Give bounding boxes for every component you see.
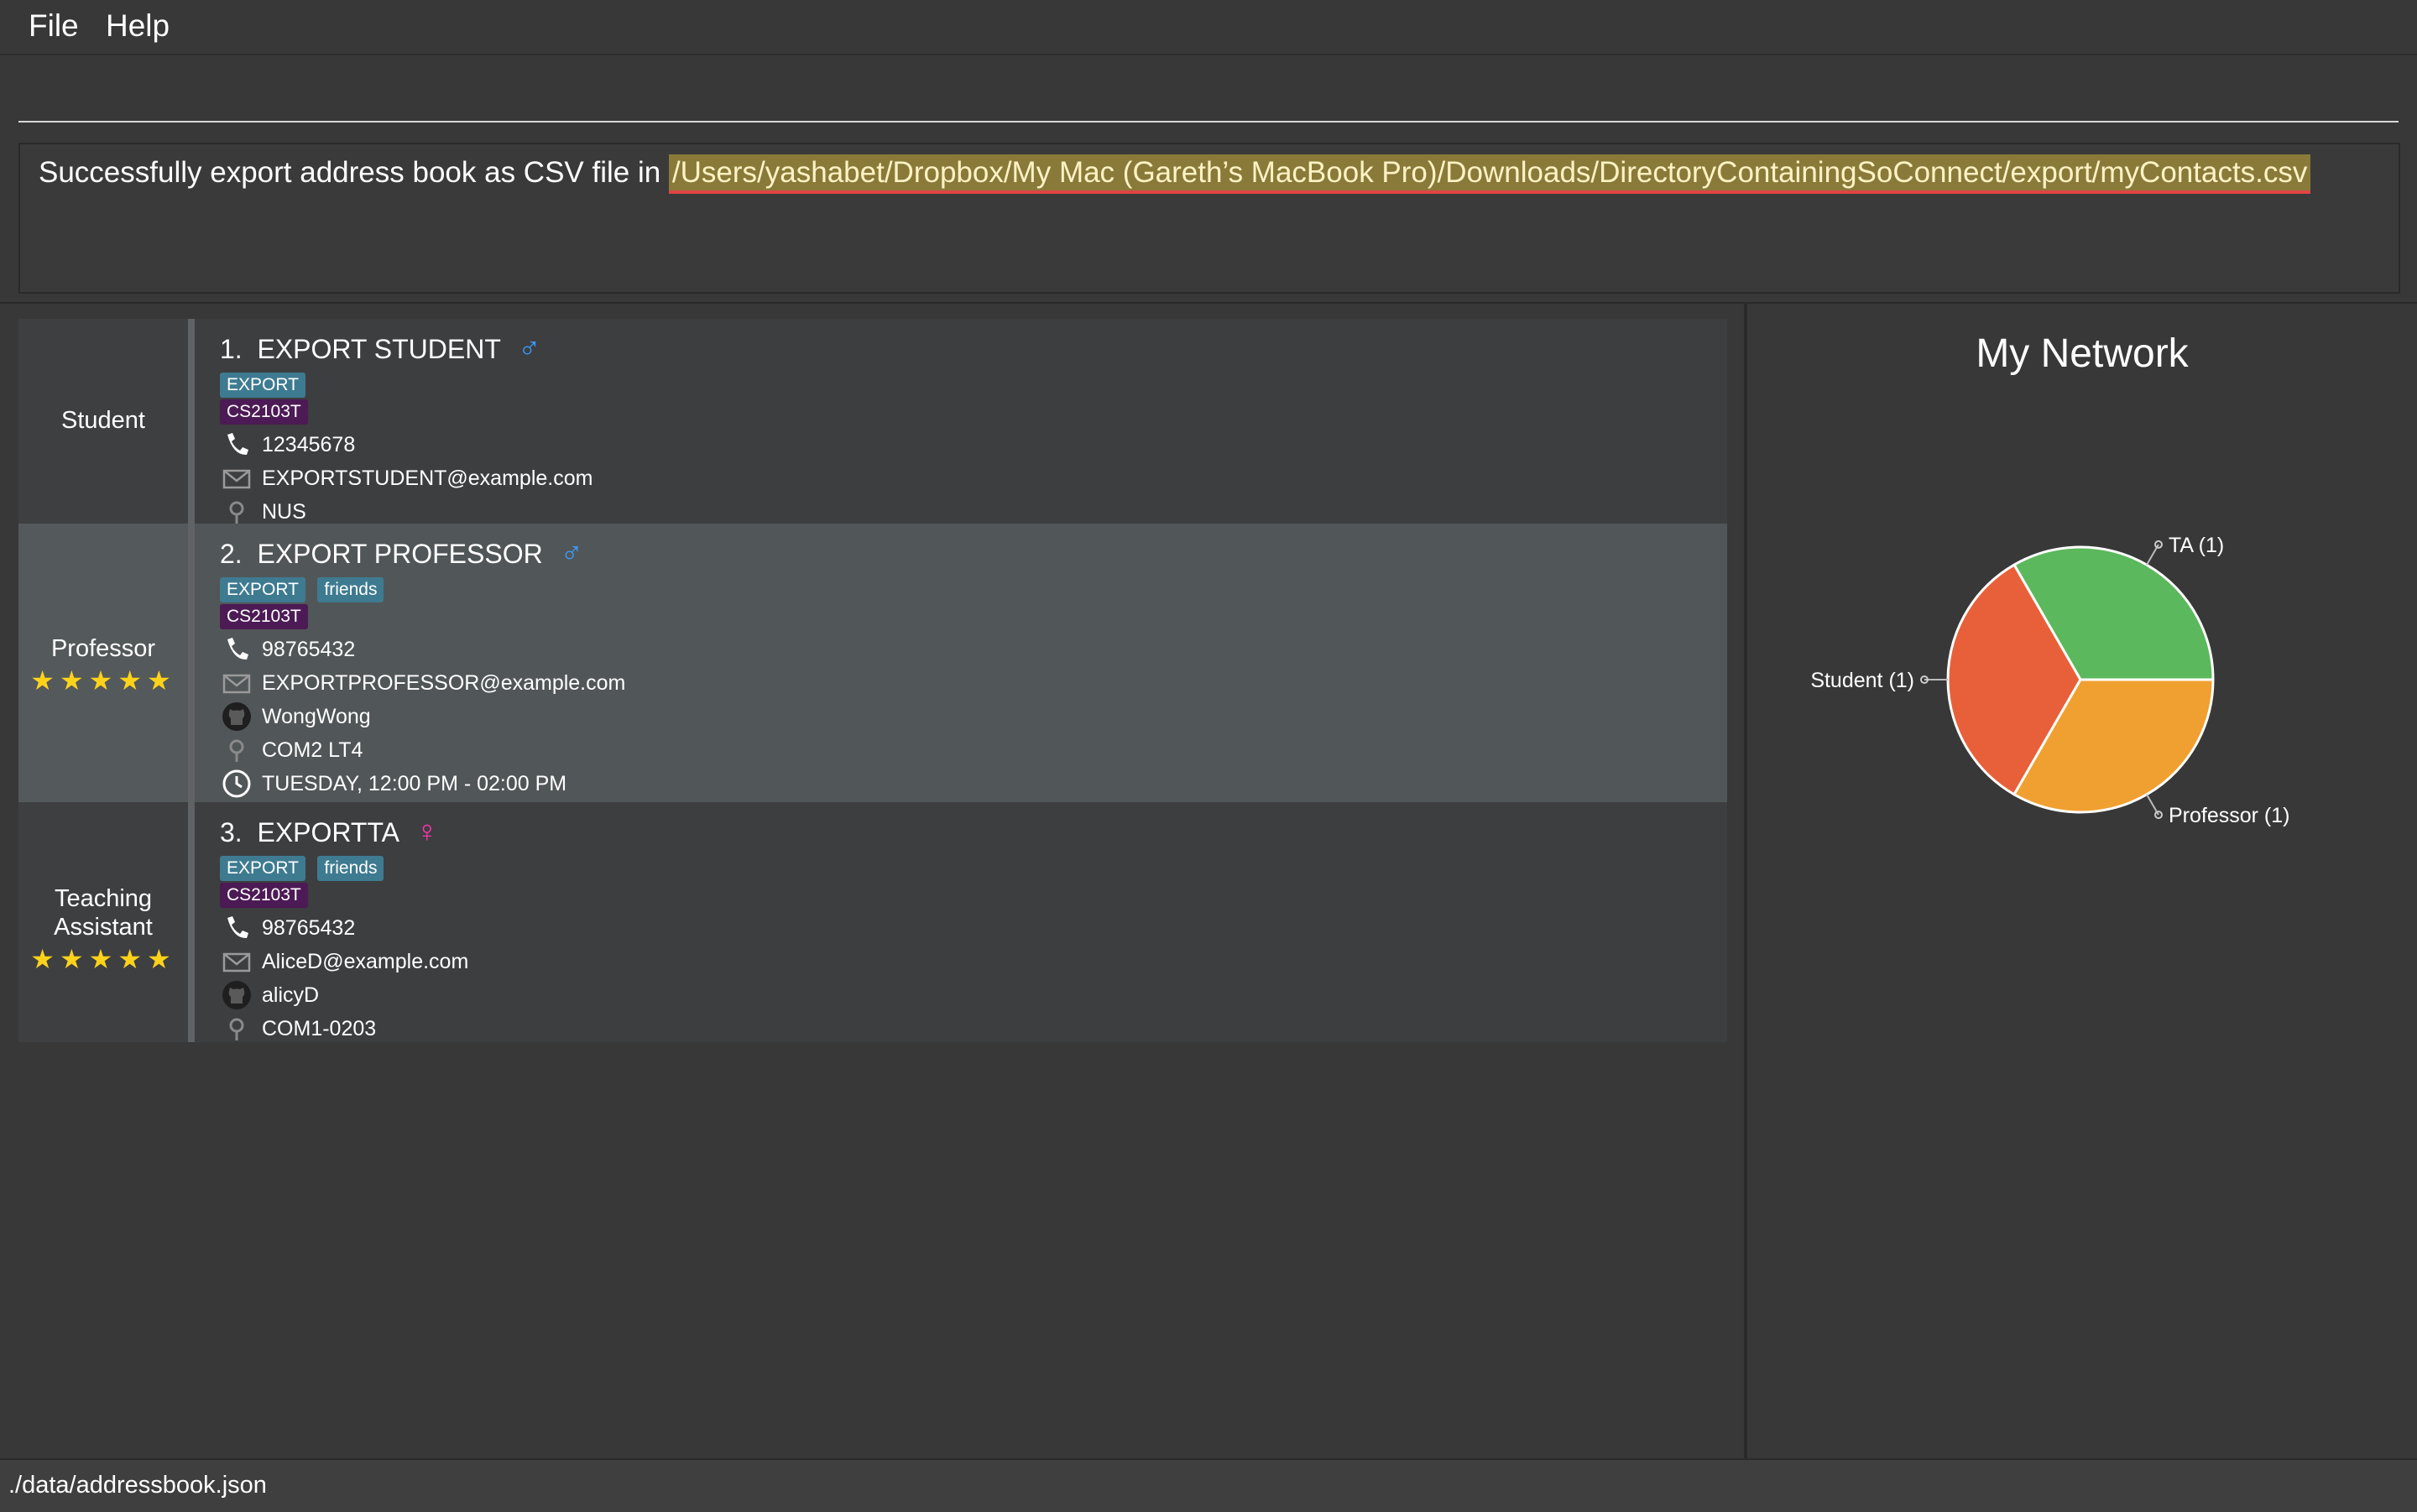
result-path[interactable]: /Users/yashabet/Dropbox/My Mac (Gareth’s… bbox=[668, 154, 2311, 194]
tag: friends bbox=[317, 856, 384, 881]
clock-icon bbox=[222, 769, 251, 798]
phone-number: 98765432 bbox=[262, 638, 356, 661]
role-label: Student bbox=[61, 407, 145, 434]
role-box: Student bbox=[18, 319, 195, 524]
module-tag: CS2103T bbox=[220, 883, 308, 908]
location-text: COM2 LT4 bbox=[262, 738, 363, 762]
phone-number: 98765432 bbox=[262, 916, 356, 940]
role-box: Professor ★★★★★ bbox=[18, 524, 195, 802]
phone-icon bbox=[227, 638, 248, 660]
menu-file[interactable]: File bbox=[29, 8, 79, 44]
male-icon: ♂ bbox=[560, 535, 583, 570]
contact-name: EXPORT PROFESSOR bbox=[257, 539, 543, 569]
location-text: NUS bbox=[262, 500, 306, 524]
result-display[interactable]: Successfully export address book as CSV … bbox=[18, 143, 2400, 294]
menu-help[interactable]: Help bbox=[106, 8, 170, 44]
role-label-line2: Assistant bbox=[54, 914, 153, 941]
envelope-icon bbox=[222, 952, 251, 972]
phone-number: 12345678 bbox=[262, 433, 356, 456]
email-address: AliceD@example.com bbox=[262, 950, 469, 973]
contact-name-line: 3. EXPORTTA ♀ bbox=[220, 814, 438, 849]
command-area bbox=[0, 55, 2417, 128]
contact-list[interactable]: Student 1. EXPORT STUDENT ♂ EXPORT CS210… bbox=[0, 304, 1746, 1458]
role-label: Professor bbox=[50, 635, 156, 662]
location-icon bbox=[229, 739, 244, 762]
contact-card[interactable]: Teaching Assistant ★★★★★ 3. EXPORTTA ♀ EX… bbox=[18, 802, 1727, 1042]
result-prefix: Successfully export address book as CSV … bbox=[39, 156, 669, 189]
contact-name-line: 1. EXPORT STUDENT ♂ bbox=[220, 331, 540, 366]
star-rating: ★★★★★ bbox=[30, 944, 176, 974]
save-location: ./data/addressbook.json bbox=[8, 1472, 267, 1499]
contact-name: EXPORTTA bbox=[257, 817, 399, 847]
pie-leader-dot bbox=[2154, 540, 2163, 549]
contact-card-selected[interactable]: Professor ★★★★★ 2. EXPORT PROFESSOR ♂ EX… bbox=[18, 524, 1727, 802]
result-message: Successfully export address book as CSV … bbox=[39, 154, 2311, 194]
module-list: CS2103T bbox=[220, 399, 308, 425]
contact-index: 1. bbox=[220, 334, 243, 364]
tag: friends bbox=[317, 577, 384, 602]
module-tag: CS2103T bbox=[220, 399, 308, 425]
phone-icon bbox=[227, 433, 248, 456]
pie-slice-label: Student (1) bbox=[1810, 669, 1914, 692]
contact-name-line: 2. EXPORT PROFESSOR ♂ bbox=[220, 535, 583, 571]
location-text: COM1-0203 bbox=[262, 1017, 377, 1040]
module-list: CS2103T bbox=[220, 883, 308, 908]
tag: EXPORT bbox=[220, 856, 305, 881]
tag-list: EXPORT friends bbox=[220, 856, 392, 881]
pie-slice-label: TA (1) bbox=[2169, 534, 2224, 557]
github-username: WongWong bbox=[262, 705, 371, 728]
phone-icon bbox=[227, 916, 248, 939]
github-icon bbox=[222, 702, 251, 731]
tag: EXPORT bbox=[220, 577, 305, 602]
star-rating: ★★★★★ bbox=[30, 665, 176, 696]
network-chart-panel: My Network TA (1) Student (1) Professor (1… bbox=[1747, 304, 2417, 1458]
email-address: EXPORTSTUDENT@example.com bbox=[262, 467, 593, 490]
contact-index: 2. bbox=[220, 539, 243, 569]
tag: EXPORT bbox=[220, 373, 305, 398]
github-icon bbox=[222, 981, 251, 1009]
male-icon: ♂ bbox=[518, 331, 541, 365]
office-hours-text: TUESDAY, 12:00 PM - 02:00 PM bbox=[262, 772, 567, 795]
contact-card[interactable]: Student 1. EXPORT STUDENT ♂ EXPORT CS210… bbox=[18, 319, 1727, 524]
module-list: CS2103T bbox=[220, 604, 308, 629]
email-address: EXPORTPROFESSOR@example.com bbox=[262, 671, 626, 695]
chart-title: My Network bbox=[1976, 331, 2189, 376]
tag-list: EXPORT friends bbox=[220, 577, 392, 602]
contact-index: 3. bbox=[220, 817, 243, 847]
female-icon: ♀ bbox=[415, 814, 439, 848]
pie-chart[interactable]: TA (1) Student (1) Professor (1) bbox=[1747, 472, 2417, 1143]
github-username: alicyD bbox=[262, 983, 320, 1007]
role-box: Teaching Assistant ★★★★★ bbox=[18, 802, 195, 1042]
contact-name: EXPORT STUDENT bbox=[257, 334, 501, 364]
pie-slice-label: Professor (1) bbox=[2169, 804, 2289, 827]
envelope-icon bbox=[222, 674, 251, 694]
location-icon bbox=[229, 1018, 244, 1040]
role-label: Teaching Assistant bbox=[18, 884, 188, 941]
status-bar: ./data/addressbook.json bbox=[0, 1458, 2417, 1512]
module-tag: CS2103T bbox=[220, 604, 308, 629]
role-label-line1: Teaching bbox=[54, 885, 153, 912]
tag-list: EXPORT bbox=[220, 373, 314, 398]
command-input[interactable] bbox=[18, 70, 2399, 123]
menu-bar: File Help bbox=[0, 0, 2417, 55]
envelope-icon bbox=[222, 469, 251, 489]
